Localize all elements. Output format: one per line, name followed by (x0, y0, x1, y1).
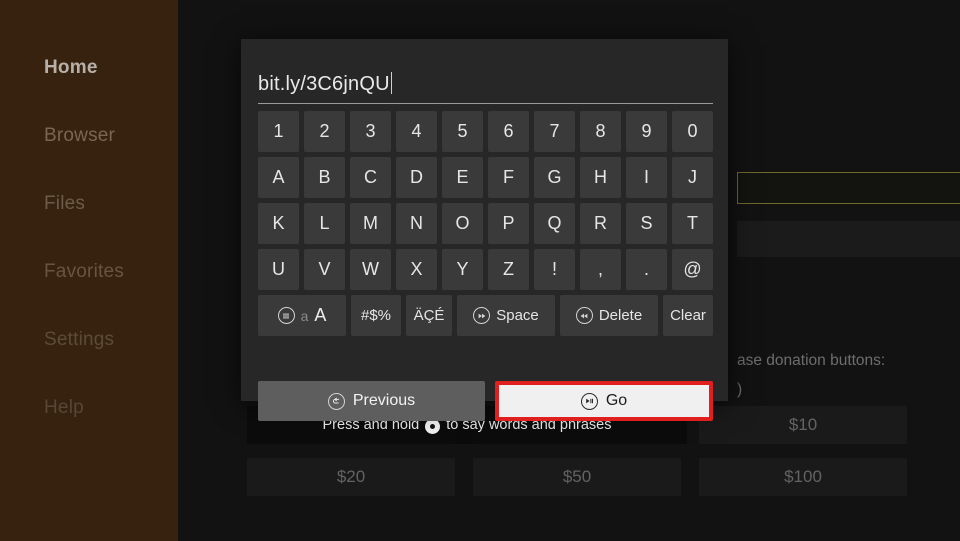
key-0[interactable]: 0 (672, 111, 713, 152)
url-text-field[interactable]: bit.ly/3C6jnQU (258, 69, 713, 104)
key-c[interactable]: C (350, 157, 391, 198)
sidebar: Home Browser Files Favorites Settings He… (0, 0, 178, 541)
key-3[interactable]: 3 (350, 111, 391, 152)
menu-circle-icon (277, 307, 295, 324)
sidebar-item-files[interactable]: Files (44, 193, 85, 215)
key-e[interactable]: E (442, 157, 483, 198)
key-a[interactable]: A (258, 157, 299, 198)
key-z[interactable]: Z (488, 249, 529, 290)
key-g[interactable]: G (534, 157, 575, 198)
key-m[interactable]: M (350, 203, 391, 244)
key-x[interactable]: X (396, 249, 437, 290)
sidebar-item-settings[interactable]: Settings (44, 329, 114, 351)
key-1[interactable]: 1 (258, 111, 299, 152)
background-url-field[interactable] (737, 172, 960, 204)
key-8[interactable]: 8 (580, 111, 621, 152)
key-w[interactable]: W (350, 249, 391, 290)
key-space-label: Space (496, 307, 539, 324)
shift-lowercase-label: a (300, 307, 309, 324)
key-2[interactable]: 2 (304, 111, 345, 152)
key-r[interactable]: R (580, 203, 621, 244)
onscreen-keyboard-dialog: bit.ly/3C6jnQU 1 2 3 4 5 6 7 8 9 0 A B C… (241, 39, 728, 421)
key-j[interactable]: J (672, 157, 713, 198)
key-v[interactable]: V (304, 249, 345, 290)
key-6[interactable]: 6 (488, 111, 529, 152)
key-comma[interactable]: , (580, 249, 621, 290)
key-u[interactable]: U (258, 249, 299, 290)
url-text-value: bit.ly/3C6jnQU (258, 73, 390, 95)
key-k[interactable]: K (258, 203, 299, 244)
keyboard-row-a-j: A B C D E F G H I J (258, 157, 713, 198)
keyboard-rows: 1 2 3 4 5 6 7 8 9 0 A B C D E F G H I J … (258, 111, 713, 341)
key-q[interactable]: Q (534, 203, 575, 244)
donation-subtext: ) (737, 381, 743, 398)
sidebar-item-help[interactable]: Help (44, 397, 84, 419)
fast-forward-circle-icon (473, 307, 491, 324)
background-panel[interactable] (737, 221, 960, 257)
key-s[interactable]: S (626, 203, 667, 244)
key-symbols[interactable]: #$% (351, 295, 401, 336)
play-pause-circle-icon (580, 392, 598, 410)
sidebar-item-browser[interactable]: Browser (44, 125, 115, 147)
go-button-label: Go (605, 392, 628, 409)
key-delete-label: Delete (598, 307, 643, 324)
sidebar-item-favorites[interactable]: Favorites (44, 261, 124, 283)
key-n[interactable]: N (396, 203, 437, 244)
key-l[interactable]: L (304, 203, 345, 244)
donation-heading: ase donation buttons: (737, 352, 886, 369)
donate-button-row2-col3[interactable]: $100 (699, 458, 907, 496)
key-b[interactable]: B (304, 157, 345, 198)
key-7[interactable]: 7 (534, 111, 575, 152)
key-y[interactable]: Y (442, 249, 483, 290)
shift-uppercase-label: A (314, 305, 327, 325)
go-button[interactable]: Go (495, 381, 713, 421)
keyboard-function-row: aA #$% ÄÇÉ Space Delete Clear (258, 295, 713, 336)
key-t[interactable]: T (672, 203, 713, 244)
key-d[interactable]: D (396, 157, 437, 198)
donate-button-row2-col2[interactable]: $50 (473, 458, 681, 496)
key-accents[interactable]: ÄÇÉ (406, 295, 452, 336)
key-5[interactable]: 5 (442, 111, 483, 152)
back-arrow-circle-icon (327, 392, 345, 410)
rewind-circle-icon (575, 307, 593, 324)
previous-button[interactable]: Previous (258, 381, 485, 421)
donate-button-row2-col1[interactable]: $20 (247, 458, 455, 496)
key-exclaim[interactable]: ! (534, 249, 575, 290)
key-space[interactable]: Space (457, 295, 555, 336)
key-4[interactable]: 4 (396, 111, 437, 152)
keyboard-row-u-symbols: U V W X Y Z ! , . @ (258, 249, 713, 290)
key-h[interactable]: H (580, 157, 621, 198)
key-p[interactable]: P (488, 203, 529, 244)
donate-button-row1-col3[interactable]: $10 (699, 406, 907, 444)
key-9[interactable]: 9 (626, 111, 667, 152)
text-cursor (390, 72, 392, 94)
key-at[interactable]: @ (672, 249, 713, 290)
keyboard-action-bar: Previous Go (258, 381, 713, 421)
key-o[interactable]: O (442, 203, 483, 244)
previous-button-label: Previous (352, 392, 416, 409)
keyboard-row-digits: 1 2 3 4 5 6 7 8 9 0 (258, 111, 713, 152)
keyboard-row-k-t: K L M N O P Q R S T (258, 203, 713, 244)
key-delete[interactable]: Delete (560, 295, 658, 336)
key-shift-case[interactable]: aA (258, 295, 346, 336)
key-i[interactable]: I (626, 157, 667, 198)
key-clear[interactable]: Clear (663, 295, 713, 336)
sidebar-item-home[interactable]: Home (44, 57, 98, 79)
key-period[interactable]: . (626, 249, 667, 290)
key-f[interactable]: F (488, 157, 529, 198)
